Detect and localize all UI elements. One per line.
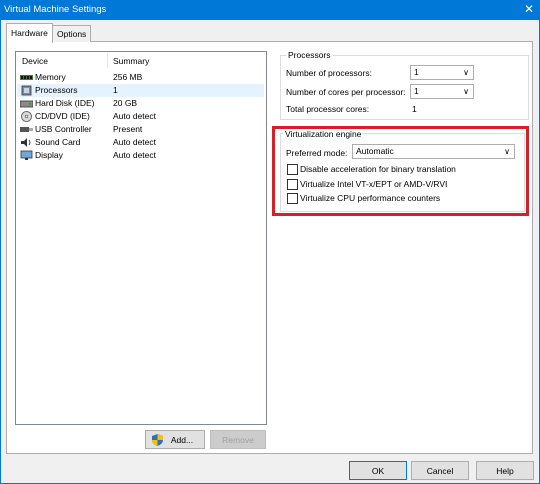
device-name: USB Controller bbox=[35, 124, 92, 134]
close-icon[interactable]: ✕ bbox=[522, 2, 536, 16]
cancel-button[interactable]: Cancel bbox=[411, 461, 469, 480]
device-summary: Present bbox=[113, 124, 143, 134]
tab-options[interactable]: Options bbox=[52, 25, 92, 42]
column-divider[interactable] bbox=[107, 54, 108, 68]
hard-disk-icon bbox=[20, 100, 33, 108]
device-row-memory[interactable]: Memory 256 MB bbox=[17, 71, 264, 84]
device-row-processors[interactable]: Processors 1 bbox=[17, 84, 264, 97]
device-row-sound-card[interactable]: Sound Card Auto detect bbox=[17, 136, 264, 149]
device-summary: Auto detect bbox=[113, 111, 157, 121]
device-summary: Auto detect bbox=[113, 137, 157, 147]
shield-icon bbox=[152, 434, 163, 446]
device-name: Hard Disk (IDE) bbox=[35, 98, 95, 108]
add-button[interactable]: Add... bbox=[145, 430, 205, 449]
title-bar: Virtual Machine Settings ✕ bbox=[0, 0, 540, 20]
window-border-left bbox=[0, 20, 1, 484]
tab-hardware[interactable]: Hardware bbox=[6, 23, 53, 43]
device-name: Memory bbox=[35, 72, 66, 82]
device-summary: Auto detect bbox=[113, 150, 157, 160]
device-name: Sound Card bbox=[35, 137, 81, 147]
cores-per-processor-label: Number of cores per processor: bbox=[286, 87, 406, 97]
device-row-cd-dvd[interactable]: CD/DVD (IDE) Auto detect bbox=[17, 110, 264, 123]
processors-legend: Processors bbox=[286, 50, 333, 60]
device-summary: 1 bbox=[113, 85, 118, 95]
device-summary: 256 MB bbox=[113, 72, 143, 82]
device-name: Display bbox=[35, 150, 63, 160]
sound-card-icon bbox=[21, 138, 31, 147]
column-header-device[interactable]: Device bbox=[22, 52, 48, 70]
device-row-display[interactable]: Display Auto detect bbox=[17, 149, 264, 162]
cores-per-processor-value: 1 bbox=[414, 86, 419, 96]
processor-icon bbox=[21, 85, 32, 96]
device-name: CD/DVD (IDE) bbox=[35, 111, 90, 121]
column-header-summary[interactable]: Summary bbox=[113, 52, 149, 70]
add-button-label: Add... bbox=[170, 435, 194, 445]
ok-button[interactable]: OK bbox=[349, 461, 407, 480]
num-processors-value: 1 bbox=[414, 67, 419, 77]
remove-button[interactable]: Remove bbox=[210, 430, 266, 449]
chevron-down-icon: ∨ bbox=[463, 68, 469, 77]
cores-per-processor-select[interactable]: 1 ∨ bbox=[410, 84, 474, 99]
num-processors-label: Number of processors: bbox=[286, 68, 372, 78]
highlight-annotation-box bbox=[272, 126, 529, 216]
help-button[interactable]: Help bbox=[476, 461, 534, 480]
total-cores-label: Total processor cores: bbox=[286, 104, 370, 114]
device-list[interactable]: Device Summary Memory 256 MB Processors … bbox=[15, 51, 267, 425]
total-cores-value: 1 bbox=[412, 104, 417, 114]
device-row-hard-disk[interactable]: Hard Disk (IDE) 20 GB bbox=[17, 97, 264, 110]
device-row-usb-controller[interactable]: USB Controller Present bbox=[17, 123, 264, 136]
chevron-down-icon: ∨ bbox=[463, 87, 469, 96]
window-title: Virtual Machine Settings bbox=[4, 4, 107, 15]
cd-dvd-icon bbox=[21, 111, 32, 122]
device-summary: 20 GB bbox=[113, 98, 138, 108]
usb-icon bbox=[20, 127, 33, 132]
memory-icon bbox=[20, 75, 33, 80]
num-processors-select[interactable]: 1 ∨ bbox=[410, 65, 474, 80]
device-name: Processors bbox=[35, 85, 78, 95]
display-icon bbox=[20, 150, 33, 160]
